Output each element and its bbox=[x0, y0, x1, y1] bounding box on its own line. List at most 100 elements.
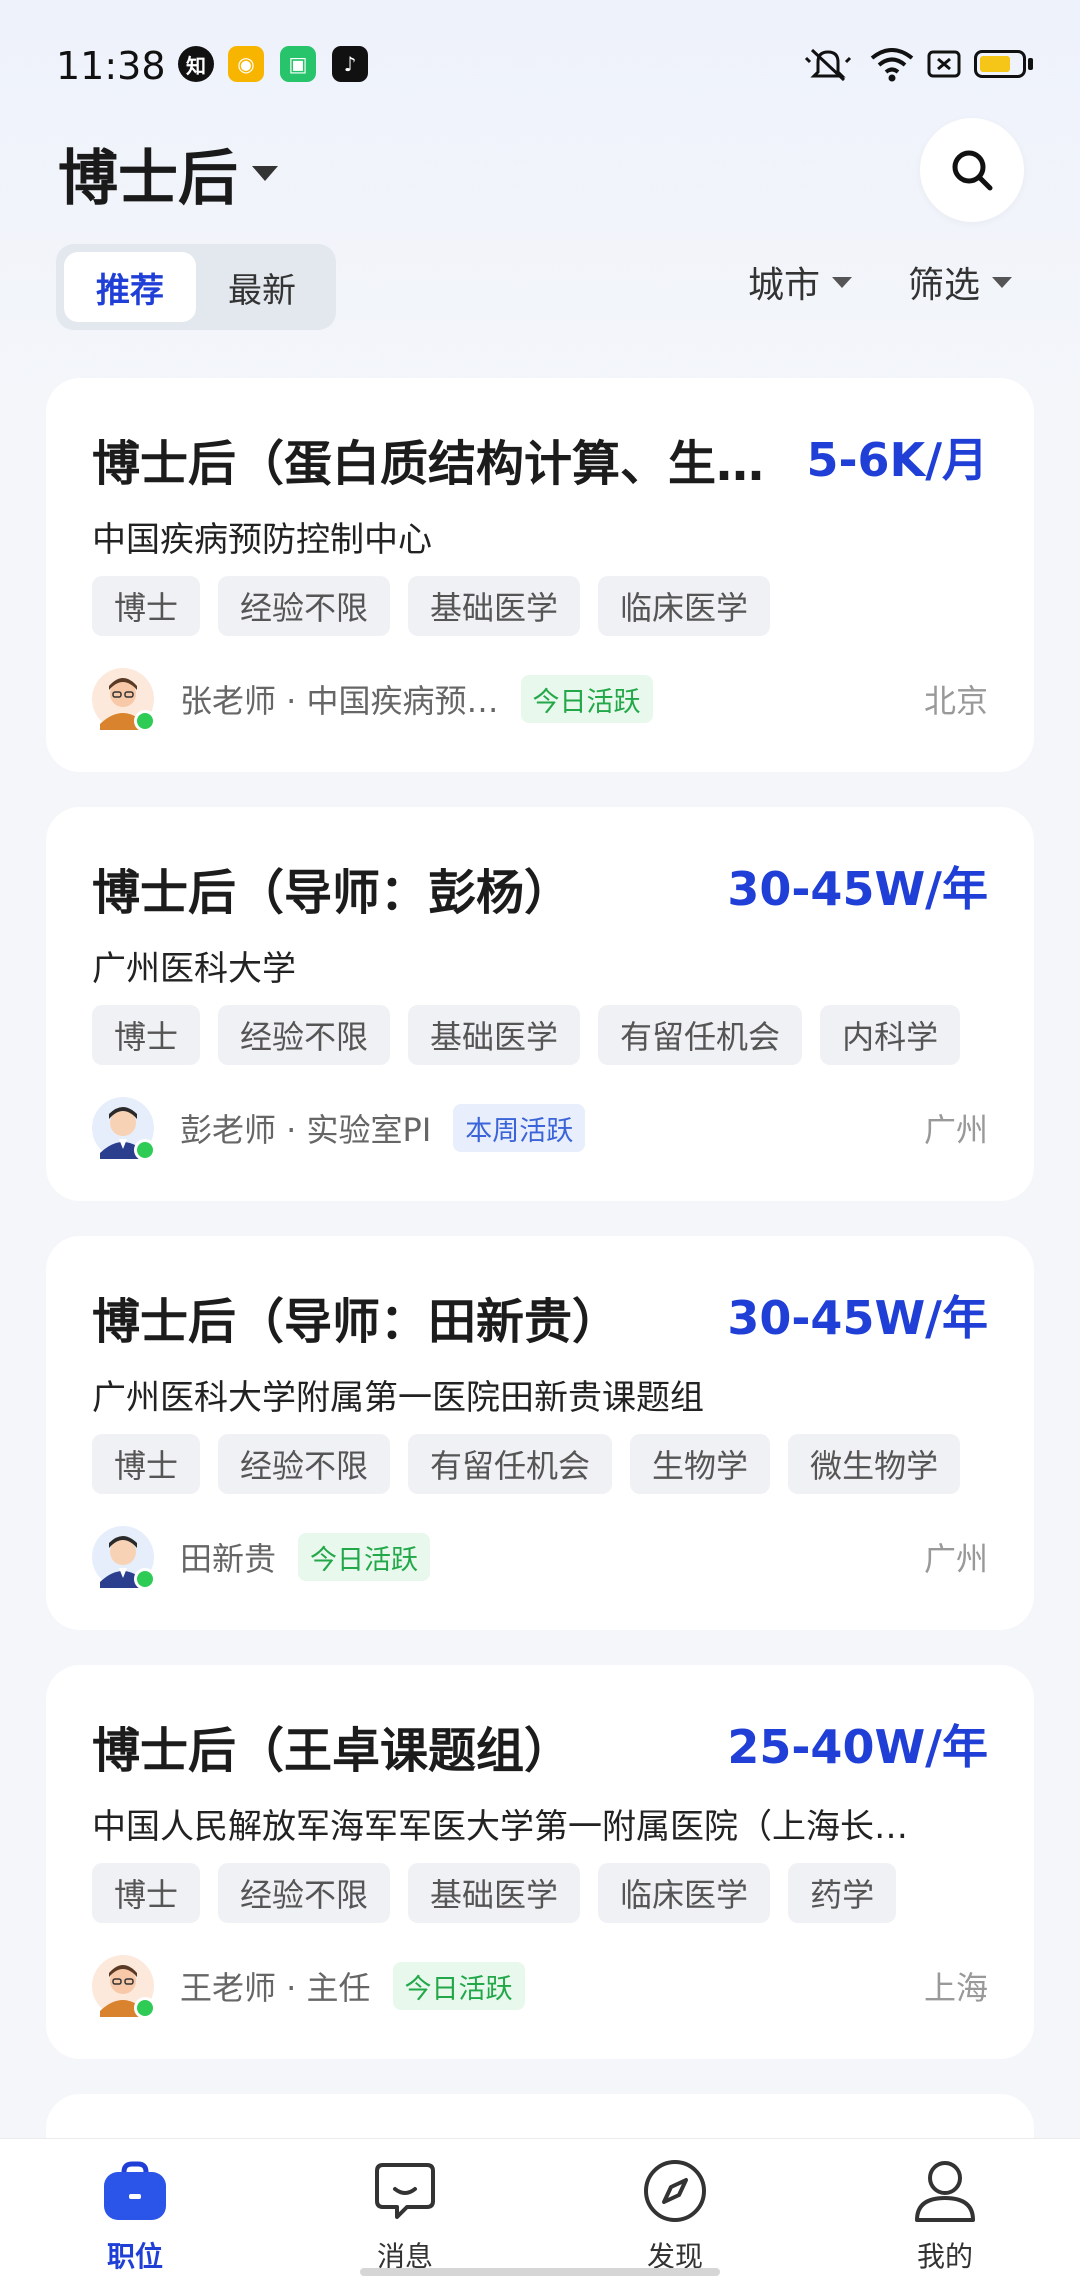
online-indicator bbox=[134, 1568, 156, 1590]
job-tag: 生物学 bbox=[630, 1434, 771, 1494]
job-tag: 基础医学 bbox=[408, 1863, 581, 1923]
tag-list: 博士 经验不限 基础医学 临床医学 药学 bbox=[92, 1863, 897, 1923]
job-card[interactable]: 博士后（王卓课题组） 25-40W/年 中国人民解放军海军军医大学第一附属医院（… bbox=[46, 1665, 1034, 2059]
tiktok-icon: ♪ bbox=[332, 46, 368, 82]
job-salary: 25-40W/年 bbox=[727, 1720, 988, 1774]
job-salary: 30-45W/年 bbox=[727, 1291, 988, 1345]
briefcase-icon bbox=[101, 2157, 169, 2225]
activity-badge: 今日活跃 bbox=[298, 1533, 431, 1581]
page-title: 博士后 bbox=[58, 144, 238, 214]
online-indicator bbox=[134, 710, 156, 732]
job-tag: 临床医学 bbox=[598, 1863, 771, 1923]
avatar bbox=[92, 1097, 156, 1161]
job-tag: 微生物学 bbox=[788, 1434, 961, 1494]
online-indicator bbox=[134, 1997, 156, 2019]
avatar bbox=[92, 1955, 156, 2019]
job-title: 博士后（导师：田新贵） bbox=[92, 1294, 621, 1350]
tag-list: 博士 经验不限 有留任机会 生物学 微生物学 bbox=[92, 1434, 961, 1494]
job-organization: 广州医科大学附属第一医院田新贵课题组 bbox=[92, 1378, 704, 1418]
city-filter[interactable]: 城市 bbox=[748, 256, 853, 308]
nav-jobs[interactable]: 职位 bbox=[0, 2139, 270, 2280]
activity-badge: 今日活跃 bbox=[520, 675, 653, 723]
job-title: 博士后（导师：彭杨） bbox=[92, 865, 573, 921]
more-filter-label: 筛选 bbox=[908, 265, 981, 306]
job-card[interactable]: 博士后（导师：彭杨） 30-45W/年 广州医科大学 博士 经验不限 基础医学 … bbox=[46, 807, 1034, 1201]
search-button[interactable] bbox=[920, 118, 1024, 222]
city-filter-label: 城市 bbox=[748, 265, 821, 306]
avatar bbox=[92, 1526, 156, 1590]
job-title: 博士后（蛋白质结构计算、生… bbox=[92, 436, 765, 492]
battery-icon bbox=[974, 50, 1026, 78]
chevron-down-icon bbox=[252, 166, 278, 181]
job-tag: 博士 bbox=[92, 576, 201, 636]
wifi-icon bbox=[870, 48, 914, 82]
chevron-down-icon bbox=[992, 276, 1013, 288]
job-city: 上海 bbox=[923, 1969, 988, 2007]
nav-jobs-label: 职位 bbox=[106, 2240, 163, 2273]
nav-profile[interactable]: 我的 bbox=[810, 2139, 1080, 2280]
job-tag: 基础医学 bbox=[408, 576, 581, 636]
job-city: 北京 bbox=[923, 682, 988, 720]
job-tag: 有留任机会 bbox=[598, 1005, 803, 1065]
nav-profile-label: 我的 bbox=[916, 2240, 973, 2273]
status-bar: 11:38 知 ◉ ▣ ♪ bbox=[0, 0, 1080, 130]
job-card[interactable]: 博士后（蛋白质结构计算、生… 5-6K/月 中国疾病预防控制中心 博士 经验不限… bbox=[46, 378, 1034, 772]
weibo-icon: ◉ bbox=[228, 46, 264, 82]
poster-name: 彭老师 · 实验室PI bbox=[180, 1111, 432, 1149]
job-salary: 30-45W/年 bbox=[727, 862, 988, 916]
poster-name: 张老师 · 中国疾病预… bbox=[180, 682, 499, 720]
online-indicator bbox=[134, 1139, 156, 1161]
poster-name: 田新贵 bbox=[180, 1540, 277, 1578]
compass-icon bbox=[641, 2157, 709, 2225]
poster-row: 张老师 · 中国疾病预… 今日活跃 北京 bbox=[92, 668, 988, 732]
job-city: 广州 bbox=[923, 1111, 988, 1149]
job-tag: 经验不限 bbox=[218, 1434, 391, 1494]
nav-discover[interactable]: 发现 bbox=[540, 2139, 810, 2280]
job-tag: 药学 bbox=[788, 1863, 897, 1923]
job-tag: 有留任机会 bbox=[408, 1434, 613, 1494]
poster-row: 王老师 · 主任 今日活跃 上海 bbox=[92, 1955, 988, 2019]
nav-messages[interactable]: 消息 bbox=[270, 2139, 540, 2280]
more-filter[interactable]: 筛选 bbox=[908, 256, 1013, 308]
chat-icon bbox=[371, 2157, 439, 2225]
poster-name: 王老师 · 主任 bbox=[180, 1969, 371, 2007]
job-tag: 基础医学 bbox=[408, 1005, 581, 1065]
shop-icon: ▣ bbox=[280, 46, 316, 82]
job-tag: 临床医学 bbox=[598, 576, 771, 636]
activity-badge: 本周活跃 bbox=[453, 1104, 586, 1152]
bottom-nav: 职位 消息 发现 我的 bbox=[0, 2138, 1080, 2280]
job-card[interactable]: 博士后（导师：田新贵） 30-45W/年 广州医科大学附属第一医院田新贵课题组 … bbox=[46, 1236, 1034, 1630]
page-title-dropdown[interactable]: 博士后 bbox=[58, 130, 278, 217]
sim-icon bbox=[927, 50, 961, 78]
tab-bar: 推荐 最新 bbox=[56, 244, 336, 330]
job-organization: 中国人民解放军海军军医大学第一附属医院（上海长… bbox=[92, 1807, 908, 1847]
job-organization: 中国疾病预防控制中心 bbox=[92, 520, 432, 560]
job-tag: 经验不限 bbox=[218, 1863, 391, 1923]
job-tag: 经验不限 bbox=[218, 576, 391, 636]
job-city: 广州 bbox=[923, 1540, 988, 1578]
status-time: 11:38 bbox=[56, 44, 166, 88]
tab-recommended[interactable]: 推荐 bbox=[64, 252, 196, 322]
tag-list: 博士 经验不限 基础医学 临床医学 bbox=[92, 576, 771, 636]
activity-badge: 今日活跃 bbox=[392, 1962, 525, 2010]
job-title: 博士后（王卓课题组） bbox=[92, 1723, 573, 1779]
job-salary: 5-6K/月 bbox=[806, 433, 988, 487]
avatar bbox=[92, 668, 156, 732]
job-tag: 内科学 bbox=[820, 1005, 961, 1065]
battery-cap bbox=[1028, 58, 1033, 70]
search-icon bbox=[952, 150, 993, 191]
profile-icon bbox=[911, 2157, 979, 2225]
tag-list: 博士 经验不限 基础医学 有留任机会 内科学 bbox=[92, 1005, 961, 1065]
job-tag: 博士 bbox=[92, 1863, 201, 1923]
job-tag: 经验不限 bbox=[218, 1005, 391, 1065]
home-indicator[interactable] bbox=[360, 2268, 720, 2276]
tab-latest[interactable]: 最新 bbox=[196, 252, 328, 322]
mute-icon bbox=[804, 48, 852, 82]
zhihu-icon: 知 bbox=[178, 46, 214, 82]
job-tag: 博士 bbox=[92, 1005, 201, 1065]
chevron-down-icon bbox=[832, 276, 853, 288]
poster-row: 田新贵 今日活跃 广州 bbox=[92, 1526, 988, 1590]
job-tag: 博士 bbox=[92, 1434, 201, 1494]
poster-row: 彭老师 · 实验室PI 本周活跃 广州 bbox=[92, 1097, 988, 1161]
job-organization: 广州医科大学 bbox=[92, 949, 296, 989]
